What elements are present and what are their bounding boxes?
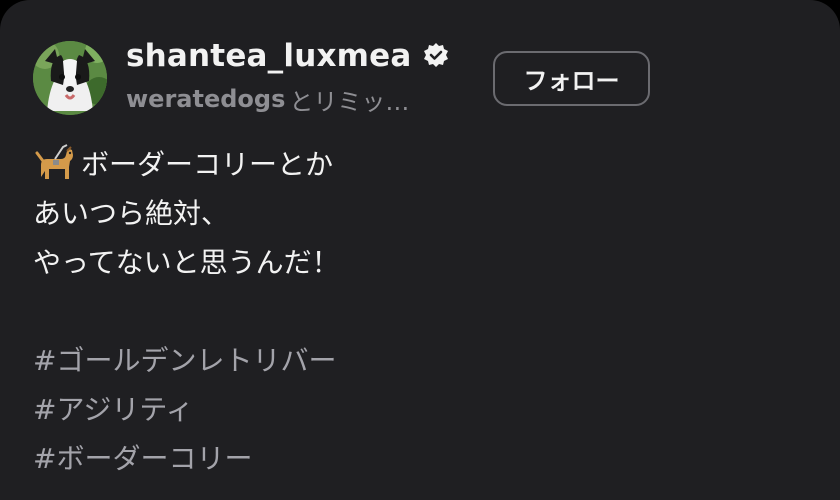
caption-line-2: あいつら絶対、 bbox=[33, 189, 813, 238]
username-row: shantea_luxmea bbox=[126, 36, 450, 76]
caption-text-line-3: やってないと思うんだ！ bbox=[33, 246, 340, 279]
follow-button[interactable]: フォロー bbox=[493, 51, 650, 106]
post-caption: ボーダーコリーとか あいつら絶対、 やってないと思うんだ！ #ゴールデンレトリバ… bbox=[33, 140, 813, 483]
verified-badge-icon bbox=[422, 42, 450, 70]
caption-line-1: ボーダーコリーとか bbox=[33, 140, 813, 189]
username[interactable]: shantea_luxmea bbox=[126, 38, 412, 74]
caption-text-line-1: ボーダーコリーとか bbox=[81, 148, 334, 181]
post-card: shantea_luxmea weratedogs とリミッ… フォロー ボーダ… bbox=[0, 0, 840, 500]
hashtag-golden-retriever[interactable]: #ゴールデンレトリバー bbox=[33, 336, 813, 385]
collaborator-username[interactable]: weratedogs bbox=[126, 85, 285, 113]
avatar-dog-photo bbox=[33, 41, 107, 115]
hashtag-border-collie[interactable]: #ボーダーコリー bbox=[33, 434, 813, 483]
avatar[interactable] bbox=[33, 41, 107, 115]
caption-text-line-2: あいつら絶対、 bbox=[33, 197, 230, 230]
collaborator-line[interactable]: weratedogs とリミッ… bbox=[126, 82, 409, 116]
guide-dog-icon bbox=[33, 143, 77, 187]
collaborator-suffix: とリミッ… bbox=[289, 87, 410, 116]
hashtag-agility[interactable]: #アジリティ bbox=[33, 385, 813, 434]
caption-line-3: やってないと思うんだ！ bbox=[33, 238, 813, 287]
